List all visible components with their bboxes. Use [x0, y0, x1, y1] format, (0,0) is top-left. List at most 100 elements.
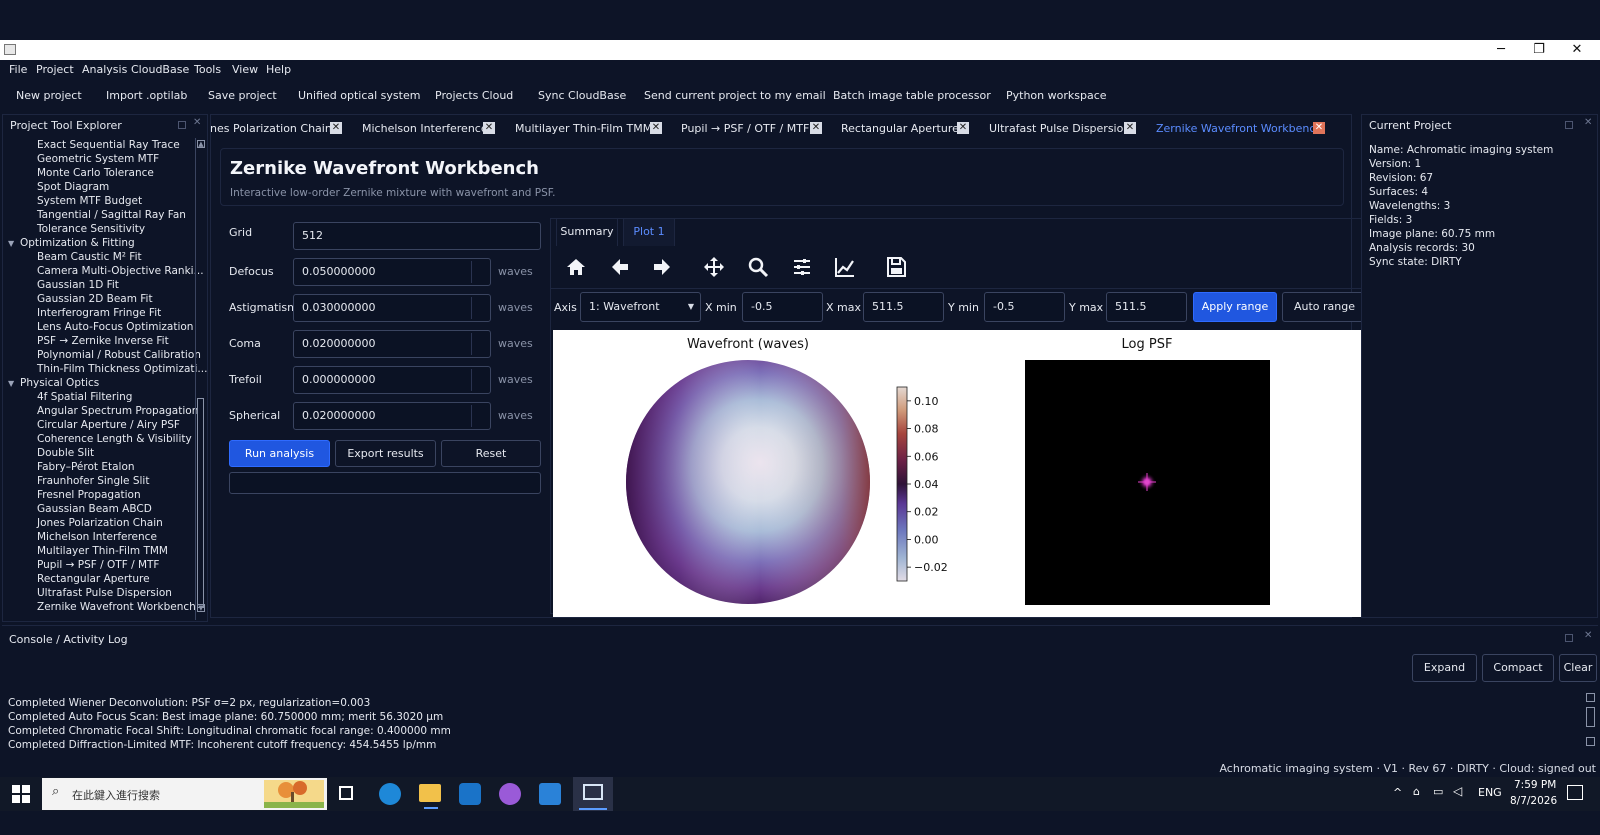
tab-close-icon[interactable]: ✕	[1313, 122, 1325, 134]
param-spinbox[interactable]: 0.050000000	[293, 258, 491, 286]
tab-close-icon[interactable]: ✕	[650, 122, 662, 134]
clock-date[interactable]: 8/7/2026	[1510, 795, 1557, 807]
float-icon[interactable]	[178, 121, 186, 129]
tree-item[interactable]: Fraunhofer Single Slit	[37, 474, 149, 488]
scroll-up-icon[interactable]	[1586, 693, 1595, 702]
task-view-icon[interactable]	[339, 786, 353, 800]
optilab-taskbar-app[interactable]	[573, 777, 613, 811]
tree-item[interactable]: Gaussian 2D Beam Fit	[37, 292, 153, 306]
new-project-button[interactable]: New project	[16, 89, 82, 102]
tab-close-icon[interactable]: ✕	[957, 122, 969, 134]
xmax-input[interactable]: 511.5	[863, 292, 944, 322]
minimize-button[interactable]: ─	[1482, 40, 1520, 60]
tree-item[interactable]: Rectangular Aperture	[37, 572, 150, 586]
console-scrollbar[interactable]	[1585, 693, 1597, 749]
float-icon[interactable]	[1565, 121, 1573, 129]
tree-item[interactable]: Tangential / Sagittal Ray Fan	[37, 208, 186, 222]
store-icon[interactable]	[539, 783, 561, 805]
tree-item[interactable]: Multilayer Thin-Film TMM	[37, 544, 168, 558]
scroll-thumb[interactable]	[197, 398, 204, 608]
tab-close-icon[interactable]: ✕	[810, 122, 822, 134]
taskbar-search-box[interactable]: ⌕ 在此鍵入進行搜索	[42, 778, 327, 810]
send-email-button[interactable]: Send current project to my email	[644, 89, 826, 102]
plot-canvas[interactable]: Wavefront (waves) 0.10 0.08 0.06 0.04 0.02 0.…	[553, 330, 1371, 617]
outlook-icon[interactable]	[459, 783, 481, 805]
expand-caret-icon[interactable]: ▼	[8, 379, 14, 388]
menu-analysis[interactable]: Analysis	[82, 63, 127, 76]
menu-view[interactable]: View	[232, 63, 258, 76]
run-analysis-button[interactable]: Run analysis	[229, 440, 330, 467]
tree-item[interactable]: Tolerance Sensitivity	[37, 222, 145, 236]
close-icon[interactable]: ✕	[1584, 117, 1592, 128]
float-icon[interactable]	[1565, 634, 1573, 642]
notification-icon[interactable]	[1567, 785, 1583, 800]
tab-multilayer-tmm[interactable]: Multilayer Thin-Film TMM	[515, 118, 652, 140]
export-results-button[interactable]: Export results	[335, 440, 436, 467]
menu-tools[interactable]: Tools	[194, 63, 221, 76]
tree-item[interactable]: Zernike Wavefront Workbench	[37, 600, 196, 614]
ymax-input[interactable]: 511.5	[1106, 292, 1187, 322]
xmin-input[interactable]: -0.5	[742, 292, 823, 322]
tab-michelson[interactable]: Michelson Interference	[362, 118, 488, 140]
tree-item[interactable]: Thin-Film Thickness Optimizati...	[37, 362, 207, 376]
expand-button[interactable]: Expand	[1412, 654, 1477, 682]
tree-item[interactable]: Gaussian Beam ABCD	[37, 502, 152, 516]
tree-item[interactable]: Coherence Length & Visibility	[37, 432, 192, 446]
tree-item[interactable]: Exact Sequential Ray Trace	[37, 138, 180, 152]
scroll-down-icon[interactable]	[1586, 737, 1595, 746]
tree-item[interactable]: System MTF Budget	[37, 194, 142, 208]
windows-start-icon[interactable]	[12, 785, 30, 803]
edit-curves-icon[interactable]	[833, 255, 857, 279]
tab-ultrafast-pulse[interactable]: Ultrafast Pulse Dispersion	[989, 118, 1130, 140]
chevron-up-icon[interactable]: ^	[1393, 786, 1402, 799]
scroll-up-icon[interactable]: ▲	[197, 140, 205, 148]
tree-item[interactable]: Polynomial / Robust Calibration	[37, 348, 201, 362]
param-spinbox[interactable]: 0.020000000	[293, 330, 491, 358]
zoom-icon[interactable]	[746, 255, 770, 279]
tab-close-icon[interactable]: ✕	[1124, 122, 1136, 134]
tab-summary[interactable]: Summary	[556, 218, 618, 246]
menu-help[interactable]: Help	[266, 63, 291, 76]
file-explorer-icon[interactable]	[419, 784, 441, 802]
tree-section[interactable]: Physical Optics	[20, 376, 99, 390]
tree-item[interactable]: Jones Polarization Chain	[37, 516, 163, 530]
tree-section[interactable]: Optimization & Fitting	[20, 236, 135, 250]
volume-icon[interactable]: ◁	[1453, 784, 1462, 798]
edge-browser-icon[interactable]	[379, 783, 401, 805]
ymin-input[interactable]: -0.5	[984, 292, 1065, 322]
tree-item[interactable]: Beam Caustic M² Fit	[37, 250, 142, 264]
tree-item[interactable]: Spot Diagram	[37, 180, 109, 194]
app-cat-icon[interactable]	[499, 783, 521, 805]
apply-range-button[interactable]: Apply range	[1193, 292, 1277, 322]
clock-time[interactable]: 7:59 PM	[1514, 779, 1556, 791]
param-spinbox[interactable]: 0.030000000	[293, 294, 491, 322]
close-icon[interactable]: ✕	[193, 117, 201, 128]
tab-pupil-psf[interactable]: Pupil → PSF / OTF / MTF	[681, 118, 809, 140]
close-icon[interactable]: ✕	[1584, 630, 1592, 641]
unified-optical-system-button[interactable]: Unified optical system	[298, 89, 420, 102]
import-optilab-button[interactable]: Import .optilab	[106, 89, 187, 102]
network-icon[interactable]: ⌂	[1413, 785, 1420, 798]
close-button[interactable]: ✕	[1558, 40, 1596, 60]
tree-item[interactable]: Angular Spectrum Propagation	[37, 404, 198, 418]
batch-processor-button[interactable]: Batch image table processor	[833, 89, 991, 102]
tab-plot-1[interactable]: Plot 1	[623, 218, 675, 246]
grid-input[interactable]: 512	[293, 222, 541, 250]
restore-button[interactable]: ❐	[1520, 40, 1558, 60]
tree-item[interactable]: 4f Spatial Filtering	[37, 390, 132, 404]
display-icon[interactable]: ▭	[1433, 785, 1443, 798]
tab-zernike-workbench[interactable]: Zernike Wavefront Workbench	[1156, 118, 1322, 140]
param-spinbox[interactable]: 0.020000000	[293, 402, 491, 430]
pan-icon[interactable]	[702, 255, 726, 279]
tab-close-icon[interactable]: ✕	[330, 122, 342, 134]
save-project-button[interactable]: Save project	[208, 89, 277, 102]
auto-range-button[interactable]: Auto range	[1282, 292, 1367, 322]
tree-item[interactable]: Pupil → PSF / OTF / MTF	[37, 558, 159, 572]
tree-item[interactable]: Lens Auto-Focus Optimization	[37, 320, 193, 334]
configure-subplots-icon[interactable]	[790, 255, 814, 279]
tab-jones-polarization[interactable]: nes Polarization Chain	[210, 118, 332, 140]
tree-item[interactable]: Double Slit	[37, 446, 94, 460]
param-spinbox[interactable]: 0.000000000	[293, 366, 491, 394]
tab-close-icon[interactable]: ✕	[483, 122, 495, 134]
scroll-down-icon[interactable]: ▼	[197, 604, 205, 612]
